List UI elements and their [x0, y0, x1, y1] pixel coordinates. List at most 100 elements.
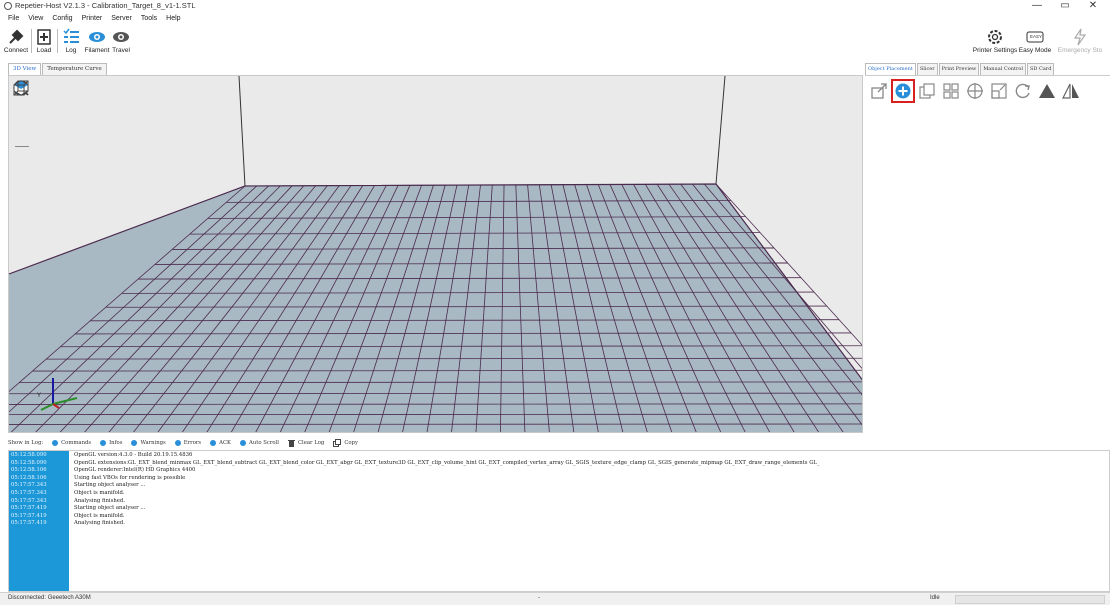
- log-label: Log: [65, 47, 77, 54]
- lightning-icon: [1070, 27, 1090, 47]
- tab-print-preview[interactable]: Print Preview: [938, 63, 980, 75]
- status-middle: -: [538, 595, 540, 601]
- add-object-icon[interactable]: [891, 79, 915, 103]
- log-line: 05:12:58.090 OpenGL version:4.3.0 - Build…: [9, 452, 1109, 460]
- wireframe-view-icon[interactable]: [13, 80, 31, 257]
- infos-toggle-icon: [100, 440, 107, 446]
- easy-badge-text: EASY: [1030, 34, 1043, 39]
- menu-file[interactable]: File: [8, 13, 19, 25]
- menu-help[interactable]: Help: [166, 13, 180, 25]
- auto-scroll-toggle[interactable]: Auto Scroll: [240, 440, 279, 446]
- tab-sd-card[interactable]: SD Card: [1026, 63, 1055, 75]
- filter-commands[interactable]: Commands: [52, 440, 91, 446]
- menu-view[interactable]: View: [28, 13, 43, 25]
- filter-infos[interactable]: Infos: [100, 440, 122, 446]
- ack-toggle-icon: [210, 440, 217, 446]
- log-line: 05:17:57.419 Analysing finished.: [9, 520, 1109, 528]
- filter-ack[interactable]: ACK: [210, 440, 231, 446]
- show-in-log-label: Show in Log:: [8, 440, 44, 446]
- 3d-viewport[interactable]: Y: [8, 75, 863, 433]
- log-message: OpenGL renderer:Intel(R) HD Graphics 440…: [74, 467, 196, 474]
- filament-button[interactable]: Filament: [84, 25, 110, 58]
- log-line: 05:12:58.106 Using fast VBOs for renderin…: [9, 474, 1109, 483]
- tab-object-placement[interactable]: Object Placement: [865, 63, 916, 75]
- log-list-icon: [61, 27, 81, 47]
- log-message: Starting object analyser ...: [74, 505, 146, 512]
- minimize-button[interactable]: —: [1023, 0, 1051, 13]
- load-label: Load: [36, 47, 52, 54]
- connect-button[interactable]: Connect: [4, 25, 28, 58]
- toolbar: Connect Load Log Filament Travel Printer…: [0, 25, 1110, 58]
- scale-icon[interactable]: [989, 81, 1009, 101]
- fit-view-icon[interactable]: [13, 80, 31, 169]
- clear-log-button[interactable]: Clear Log: [287, 439, 325, 447]
- close-button[interactable]: ✕: [1079, 0, 1107, 13]
- filter-warnings[interactable]: Warnings: [131, 440, 166, 446]
- menu-config[interactable]: Config: [52, 13, 72, 25]
- filter-errors[interactable]: Errors: [174, 440, 201, 446]
- menu-bar: File View Config Printer Server Tools He…: [0, 13, 1110, 25]
- log-message: Starting object analyser ...: [74, 482, 146, 489]
- print-bed-scene: [9, 76, 862, 432]
- load-file-icon: [34, 27, 54, 47]
- menu-tools[interactable]: Tools: [141, 13, 157, 25]
- gear-icon: [985, 27, 1005, 47]
- isometric-view-icon[interactable]: [13, 80, 31, 191]
- front-view-icon[interactable]: [13, 80, 31, 213]
- copy-log-icon: [333, 439, 342, 447]
- menu-printer[interactable]: Printer: [82, 13, 103, 25]
- rotate-icon[interactable]: [1013, 81, 1033, 101]
- log-timestamp: 05:12:58.106: [11, 474, 47, 481]
- log-timestamp: 05:17:57.419: [11, 512, 47, 519]
- tab-manual-control[interactable]: Manual Control: [980, 63, 1026, 75]
- toolbar-separator: [31, 29, 32, 53]
- mirror-icon[interactable]: [1061, 81, 1081, 101]
- clear-log-label: Clear Log: [297, 440, 325, 446]
- load-button[interactable]: Load: [34, 25, 54, 58]
- view-toolbar: [13, 80, 33, 257]
- tab-temperature-curve[interactable]: Temperature Curve: [42, 63, 107, 75]
- copy-icon[interactable]: [917, 81, 937, 101]
- log-panel[interactable]: 05:12:58.090 OpenGL version:4.3.0 - Build…: [8, 450, 1110, 592]
- view-toolbar-separator: [15, 146, 29, 147]
- travel-eye-icon: [111, 27, 131, 47]
- autoposition-icon[interactable]: [941, 81, 961, 101]
- axis-y-label: Y: [37, 393, 42, 399]
- log-message: Object is manifold.: [74, 512, 125, 519]
- menu-server[interactable]: Server: [111, 13, 132, 25]
- printer-settings-label: Printer Settings: [972, 47, 1018, 54]
- log-message: Object is manifold.: [74, 489, 125, 496]
- cut-icon[interactable]: [1037, 81, 1057, 101]
- warnings-label: Warnings: [140, 440, 166, 446]
- log-message: Using fast VBOs for rendering is possibl…: [74, 474, 186, 481]
- commands-toggle-icon: [52, 440, 59, 446]
- printer-settings-button[interactable]: Printer Settings: [972, 25, 1018, 58]
- center-icon[interactable]: [965, 81, 985, 101]
- travel-button[interactable]: Travel: [110, 25, 132, 58]
- top-view-icon[interactable]: [13, 80, 31, 235]
- log-line: 05:17:57.419 Starting object analyser ...: [9, 505, 1109, 513]
- export-icon[interactable]: [869, 81, 889, 101]
- log-message: Analysing finished.: [74, 497, 125, 504]
- commands-label: Commands: [61, 440, 92, 446]
- tab-3d-view[interactable]: 3D View: [8, 63, 42, 75]
- tab-slicer[interactable]: Slicer: [916, 63, 938, 75]
- easy-mode-button[interactable]: Easy Mode: [1018, 25, 1052, 58]
- connection-status: Disconnected: Geeetech A30M: [8, 595, 91, 601]
- maximize-button[interactable]: ▭: [1051, 0, 1079, 13]
- copy-log-button[interactable]: Copy: [333, 439, 358, 447]
- log-timestamp: 05:12:58.090: [11, 452, 47, 458]
- move-view-icon[interactable]: [13, 80, 31, 120]
- log-message: OpenGL version:4.3.0 - Build 20.19.15.48…: [74, 452, 193, 458]
- emergency-stop-button[interactable]: Emergency Sto: [1050, 25, 1110, 58]
- status-progress-field: [955, 595, 1105, 604]
- log-lines: 05:12:58.090 OpenGL version:4.3.0 - Build…: [9, 452, 1109, 528]
- filament-eye-icon: [87, 27, 107, 47]
- connect-label: Connect: [3, 47, 29, 54]
- printer-state: Idle: [930, 595, 940, 601]
- ack-label: ACK: [219, 440, 231, 446]
- easy-mode-label: Easy Mode: [1018, 47, 1052, 54]
- right-panel-tabs: Object Placement Slicer Print Preview Ma…: [865, 63, 1055, 75]
- log-button[interactable]: Log: [60, 25, 82, 58]
- zoom-view-icon[interactable]: [13, 81, 31, 142]
